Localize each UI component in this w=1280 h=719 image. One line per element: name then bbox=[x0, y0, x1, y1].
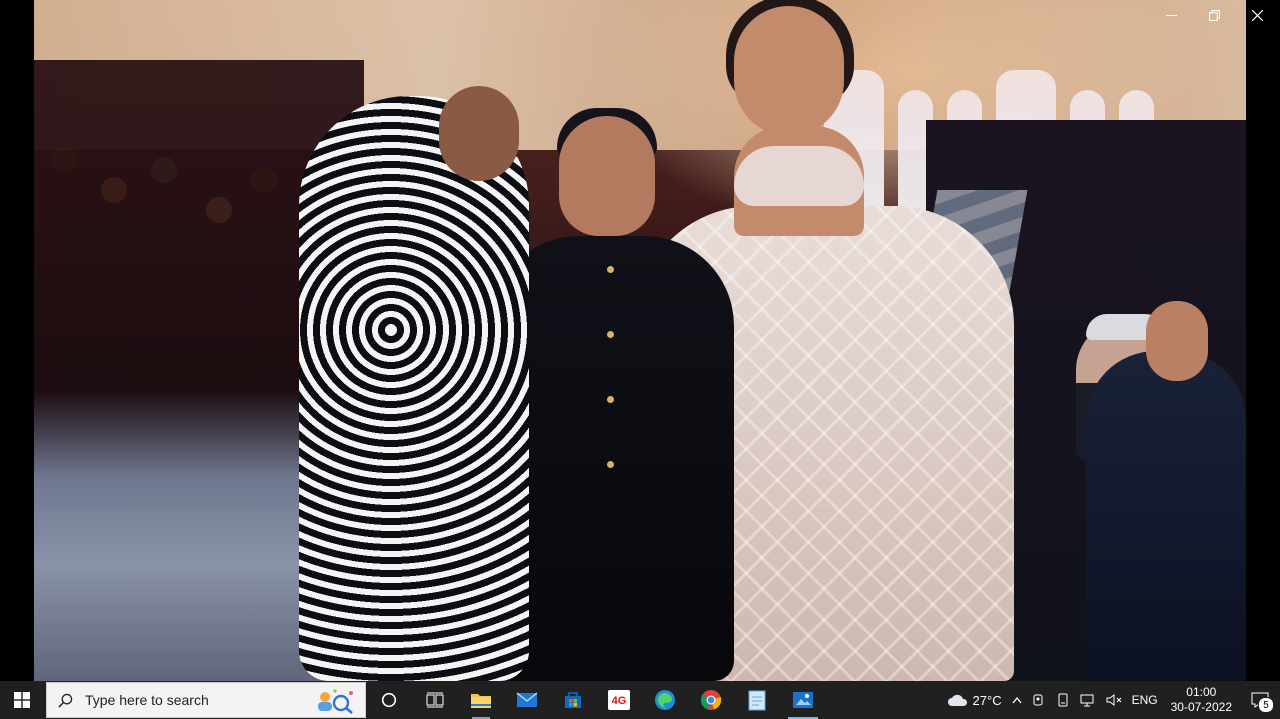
pen-icon bbox=[1058, 693, 1068, 707]
runway-photo bbox=[34, 0, 1246, 681]
clock-date: 30-07-2022 bbox=[1170, 700, 1232, 714]
input-language-button[interactable]: ENG bbox=[1127, 681, 1163, 719]
cloud-icon bbox=[947, 694, 967, 706]
edge-button[interactable] bbox=[642, 681, 688, 719]
touch-keyboard-button[interactable] bbox=[1051, 681, 1075, 719]
notepad-icon bbox=[748, 690, 766, 711]
photos-icon bbox=[793, 692, 813, 708]
mail-button[interactable] bbox=[504, 681, 550, 719]
action-center-button[interactable]: 5 bbox=[1240, 681, 1280, 719]
search-highlight-icon bbox=[318, 689, 353, 714]
clock[interactable]: 01:00 30-07-2022 bbox=[1163, 685, 1240, 715]
task-view-button[interactable] bbox=[412, 681, 458, 719]
app-4g-button[interactable]: 4G bbox=[596, 681, 642, 719]
start-button[interactable] bbox=[0, 681, 44, 719]
close-button[interactable] bbox=[1236, 0, 1279, 30]
minimize-icon bbox=[1166, 14, 1177, 16]
chrome-button[interactable] bbox=[688, 681, 734, 719]
meet-now-icon bbox=[1033, 694, 1043, 706]
taskbar: 4G 27°C bbox=[0, 681, 1280, 719]
system-tray: 27°C ENG 01:00 30-07-2022 5 bbox=[942, 681, 1280, 719]
window-controls bbox=[1150, 0, 1280, 30]
store-button[interactable] bbox=[550, 681, 596, 719]
taskbar-search[interactable] bbox=[46, 682, 366, 718]
app-tile-icon: 4G bbox=[608, 690, 630, 710]
network-button[interactable] bbox=[1075, 681, 1101, 719]
weather-widget[interactable]: 27°C bbox=[942, 681, 1007, 719]
mail-icon bbox=[516, 692, 538, 707]
close-icon bbox=[1252, 9, 1263, 21]
network-icon bbox=[1080, 694, 1094, 707]
language-indicator: ENG bbox=[1131, 693, 1158, 707]
show-hidden-icons-button[interactable] bbox=[1007, 681, 1027, 719]
task-view-icon bbox=[426, 692, 444, 708]
file-explorer-button[interactable] bbox=[458, 681, 504, 719]
cortana-icon bbox=[381, 692, 397, 708]
chevron-up-icon bbox=[1012, 696, 1022, 704]
speaker-muted-icon bbox=[1106, 694, 1121, 706]
search-input[interactable] bbox=[83, 691, 307, 709]
folder-icon bbox=[471, 694, 491, 708]
edge-icon bbox=[655, 690, 675, 710]
restore-button[interactable] bbox=[1193, 0, 1236, 30]
restore-icon bbox=[1209, 9, 1220, 21]
cortana-button[interactable] bbox=[366, 681, 412, 719]
windows-logo-icon bbox=[14, 692, 30, 708]
clock-time: 01:00 bbox=[1186, 685, 1217, 699]
man-in-embroidered-sherwani bbox=[299, 86, 529, 681]
store-icon bbox=[565, 692, 581, 708]
photo-viewer-window bbox=[0, 0, 1280, 681]
minimize-button[interactable] bbox=[1150, 0, 1193, 30]
weather-temperature: 27°C bbox=[972, 692, 1002, 708]
audience-member bbox=[1086, 301, 1246, 681]
volume-button[interactable] bbox=[1101, 681, 1127, 719]
search-icon bbox=[47, 693, 83, 708]
meet-now-button[interactable] bbox=[1027, 681, 1051, 719]
chrome-icon bbox=[700, 690, 722, 710]
notification-count-badge: 5 bbox=[1258, 697, 1274, 713]
photos-button[interactable] bbox=[780, 681, 826, 719]
app-tile-label: 4G bbox=[612, 695, 627, 707]
notepad-button[interactable] bbox=[734, 681, 780, 719]
